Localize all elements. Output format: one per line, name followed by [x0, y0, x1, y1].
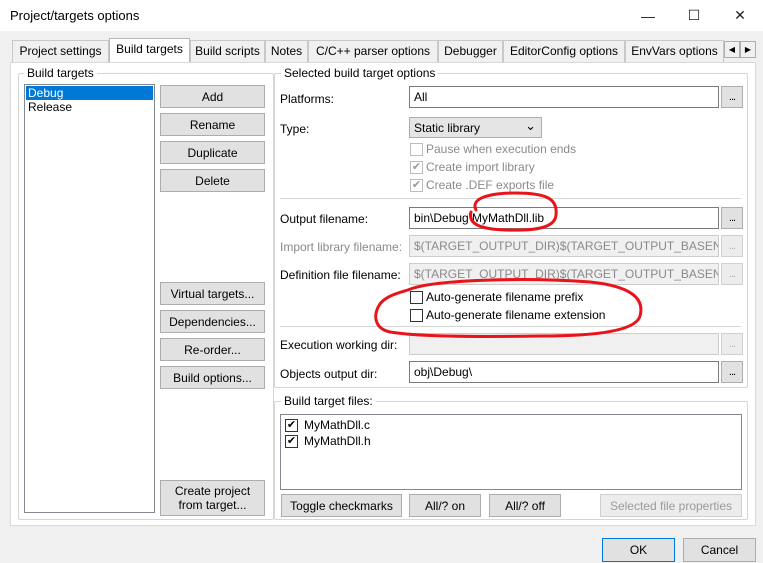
annotation-overlay: [374, 191, 643, 339]
annotation-circle-output-filename: [469, 191, 558, 232]
annotation-circle-autogenerate-options: [374, 278, 643, 339]
